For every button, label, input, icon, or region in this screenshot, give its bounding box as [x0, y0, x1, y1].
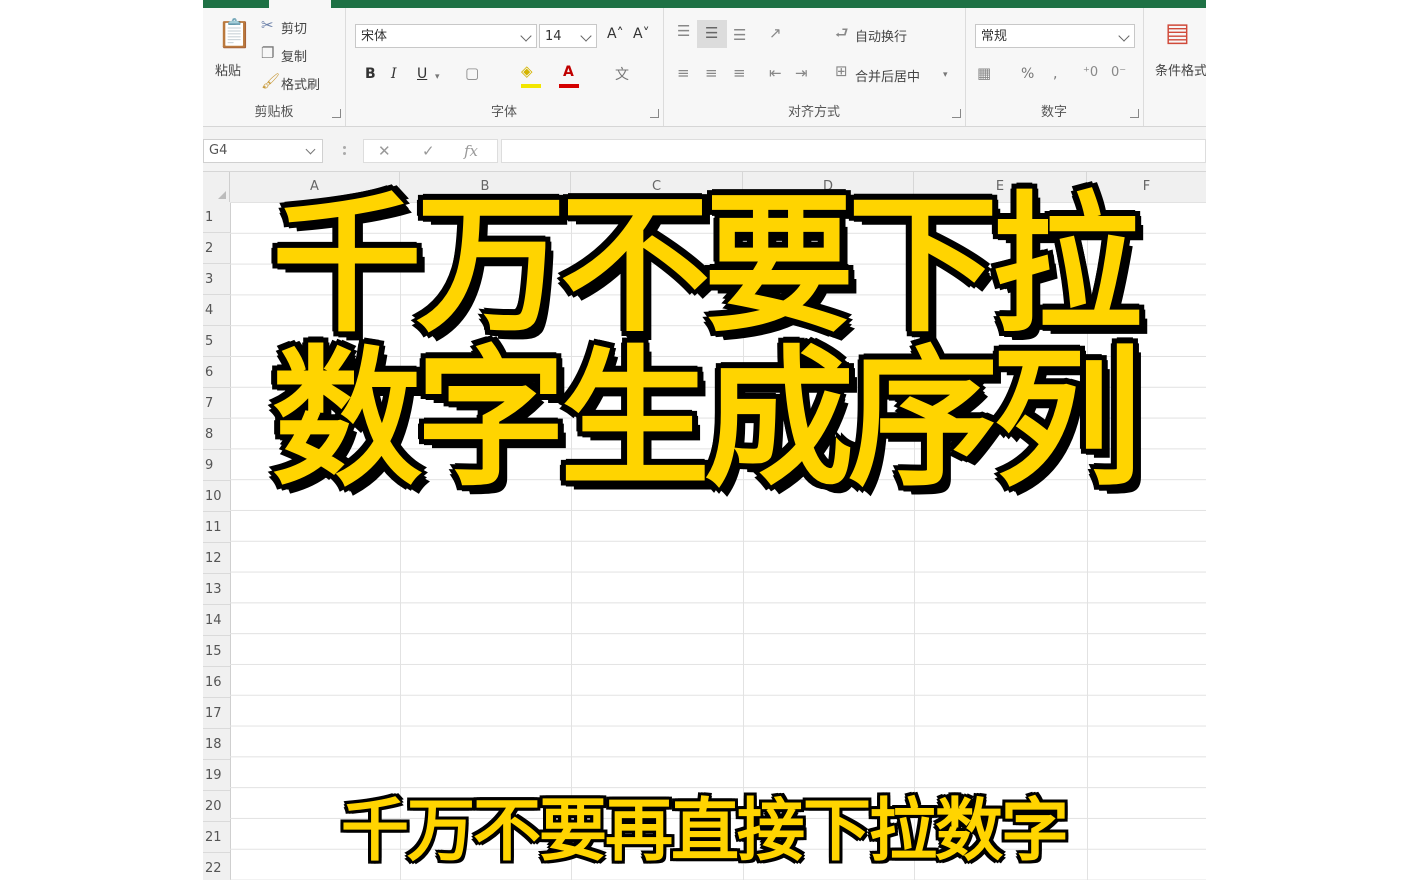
row-header[interactable]: 14	[203, 605, 230, 636]
merge-dropdown-icon[interactable]: ▾	[943, 70, 948, 80]
grow-font-button[interactable]: A˄	[607, 26, 624, 42]
font-group: 宋体 14 A˄ A˅ B I U ▾ ▢ ◈ A 文 字体	[345, 8, 664, 126]
conditional-formatting-icon[interactable]: ▤	[1165, 20, 1190, 46]
comma-style-button[interactable]: ,	[1053, 66, 1057, 82]
font-color-swatch	[559, 84, 579, 88]
accounting-format-icon[interactable]: ▦	[977, 66, 991, 81]
clipboard-group: 📋 粘贴 ✂ 剪切 ❐ 复制 🖌 格式刷 剪贴板	[203, 8, 346, 126]
alignment-group-label: 对齐方式	[787, 105, 840, 120]
row-header[interactable]: 12	[203, 543, 230, 574]
subtitle-caption: 千万不要再直接下拉数字	[340, 792, 1069, 871]
alignment-launcher-icon[interactable]	[952, 109, 961, 118]
border-icon[interactable]: ▢	[465, 66, 479, 81]
orientation-icon[interactable]: ↗	[769, 26, 782, 41]
row-header[interactable]: 16	[203, 667, 230, 698]
font-size-value: 14	[545, 29, 562, 44]
copy-icon[interactable]: ❐	[261, 46, 274, 61]
insert-function-button[interactable]: fx	[464, 142, 478, 160]
bold-button[interactable]: B	[365, 66, 376, 82]
underline-button[interactable]: U	[417, 66, 427, 82]
paste-icon[interactable]: 📋	[217, 20, 252, 48]
formula-bar: G4 ✕ ✓ fx	[203, 127, 1206, 172]
row-header[interactable]: 18	[203, 729, 230, 760]
number-group: 常规 ▦ % , ⁺0 0⁻ 数字	[965, 8, 1144, 126]
format-painter-icon[interactable]: 🖌	[261, 74, 280, 89]
align-left-icon[interactable]: ≡	[677, 66, 690, 81]
percent-style-button[interactable]: %	[1021, 66, 1034, 82]
fill-color-icon[interactable]: ◈	[521, 64, 533, 79]
chevron-down-icon	[580, 30, 592, 42]
underline-dropdown-icon[interactable]: ▾	[435, 72, 440, 82]
format-painter-button[interactable]: 格式刷	[281, 74, 320, 93]
decrease-decimal-icon[interactable]: 0⁻	[1111, 66, 1126, 79]
title-bar	[203, 0, 1206, 8]
chevron-down-icon	[1118, 30, 1130, 42]
align-bottom-icon[interactable]: ☰	[733, 28, 746, 43]
headline-line-2: 数字生成序列	[271, 333, 1142, 507]
align-center-icon[interactable]: ≡	[705, 66, 718, 81]
styles-group: ▤ 条件格式	[1143, 8, 1206, 126]
fill-color-swatch	[521, 84, 541, 88]
row-header[interactable]: 19	[203, 760, 230, 791]
font-name-value: 宋体	[361, 29, 388, 44]
cut-button[interactable]: 剪切	[281, 18, 307, 37]
ribbon: 📋 粘贴 ✂ 剪切 ❐ 复制 🖌 格式刷 剪贴板 宋体 14 A˄ A˅ B I	[203, 8, 1206, 127]
number-format-value: 常规	[981, 29, 1008, 44]
name-box-value: G4	[209, 143, 228, 158]
paste-button[interactable]: 粘贴	[215, 60, 241, 79]
clipboard-launcher-icon[interactable]	[332, 109, 341, 118]
increase-indent-icon[interactable]: ⇥	[795, 66, 808, 81]
formula-input[interactable]	[501, 139, 1206, 163]
row-header[interactable]: 13	[203, 574, 230, 605]
align-middle-icon: ☰	[705, 24, 719, 42]
merge-center-button[interactable]: 合并后居中	[855, 66, 920, 85]
scissors-icon[interactable]: ✂	[261, 18, 274, 33]
alignment-group: ☰ ☰ ☰ ↗ ⮐ 自动换行 ≡ ≡ ≡ ⇤ ⇥ ⊞ 合并后居中 ▾ 对齐方式	[663, 8, 966, 126]
font-size-select[interactable]: 14	[539, 24, 597, 48]
shrink-font-button[interactable]: A˅	[633, 26, 650, 42]
formula-bar-grip	[343, 152, 346, 155]
cancel-icon[interactable]: ✕	[378, 142, 391, 160]
merge-center-icon[interactable]: ⊞	[835, 64, 848, 79]
formula-bar-grip[interactable]	[343, 146, 346, 149]
wrap-text-icon[interactable]: ⮐	[835, 26, 849, 41]
decrease-indent-icon[interactable]: ⇤	[769, 66, 782, 81]
number-launcher-icon[interactable]	[1130, 109, 1139, 118]
row-header[interactable]: 15	[203, 636, 230, 667]
font-launcher-icon[interactable]	[650, 109, 659, 118]
number-format-select[interactable]: 常规	[975, 24, 1135, 48]
copy-button[interactable]: 复制	[281, 46, 307, 65]
number-group-label: 数字	[1040, 105, 1067, 120]
row-header[interactable]: 17	[203, 698, 230, 729]
font-group-label: 字体	[490, 105, 517, 120]
increase-decimal-icon[interactable]: ⁺0	[1083, 66, 1098, 79]
align-top-icon[interactable]: ☰	[677, 24, 690, 39]
italic-button[interactable]: I	[391, 66, 397, 82]
headline-line-1: 千万不要下拉	[271, 179, 1142, 353]
phonetic-button[interactable]: 文	[615, 64, 629, 84]
name-box[interactable]: G4	[203, 139, 323, 163]
align-right-icon[interactable]: ≡	[733, 66, 746, 81]
chevron-down-icon	[305, 144, 316, 155]
formula-buttons: ✕ ✓ fx	[363, 139, 498, 163]
chevron-down-icon	[520, 30, 532, 42]
wrap-text-button[interactable]: 自动换行	[855, 26, 907, 45]
conditional-formatting-button[interactable]: 条件格式	[1155, 60, 1206, 79]
enter-icon[interactable]: ✓	[422, 142, 435, 160]
font-name-select[interactable]: 宋体	[355, 24, 537, 48]
row-header[interactable]: 11	[203, 512, 230, 543]
font-color-button[interactable]: A	[563, 64, 574, 80]
clipboard-group-label: 剪贴板	[254, 105, 294, 120]
active-tab-marker	[269, 0, 331, 8]
